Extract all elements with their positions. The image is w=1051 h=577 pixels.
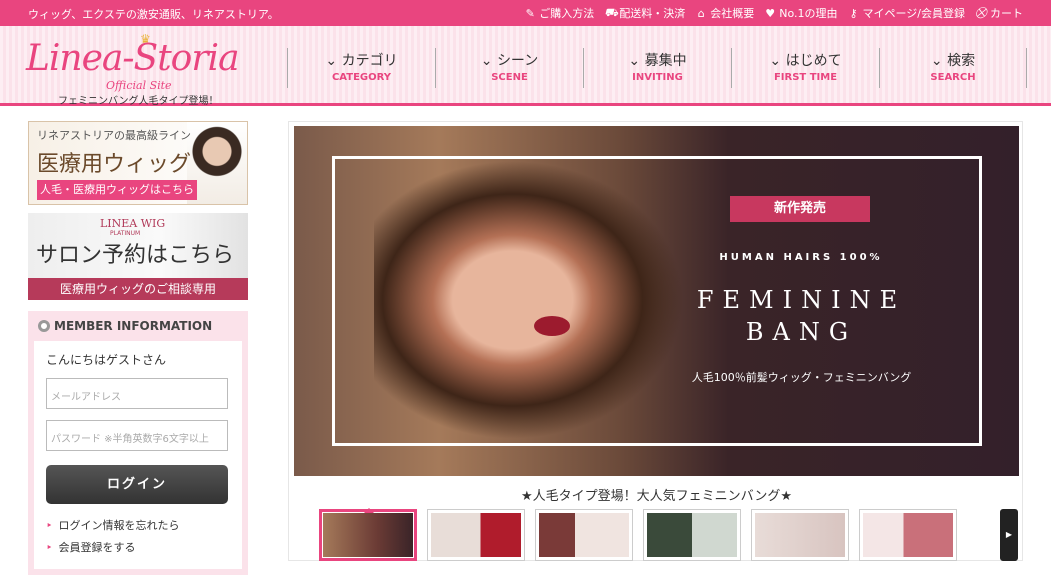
thumbnail[interactable] bbox=[535, 509, 633, 561]
main-nav: ⌄ カテゴリ CATEGORY ⌄ シーン SCENE ⌄ 募集中 INVITING … bbox=[287, 48, 1027, 88]
top-bar: ウィッグ、エクステの激安通販、リネアストリア。 ✎ ご購入方法 ⛟ 配送料・決済 ⌂… bbox=[0, 0, 1051, 26]
logo-subtext: Official Site bbox=[106, 79, 172, 92]
nav-scene[interactable]: ⌄ シーン SCENE bbox=[435, 48, 583, 88]
logo-text: Linea-Storia bbox=[26, 38, 240, 79]
hero-subtitle: 人毛100％前髪ウィッグ・フェミニンバング bbox=[691, 371, 912, 384]
chevron-down-icon: ⌄ bbox=[480, 53, 497, 69]
circle-icon bbox=[38, 320, 50, 332]
thumbnail-strip bbox=[319, 508, 957, 561]
home-icon: ⌂ bbox=[697, 6, 705, 20]
chevron-down-icon: ⌄ bbox=[628, 53, 645, 69]
nav-search[interactable]: ⌄ 検索 SEARCH bbox=[879, 48, 1027, 88]
nav-first-time[interactable]: ⌄ はじめて FIRST TIME bbox=[731, 48, 879, 88]
chevron-down-icon: ⌄ bbox=[325, 53, 342, 69]
member-information-panel: MEMBER INFORMATION こんにちはゲストさん メールアドレス パス… bbox=[28, 311, 248, 575]
thumbnail[interactable] bbox=[427, 509, 525, 561]
truck-icon: ⛟ bbox=[604, 5, 619, 19]
hero-line1: HUMAN HAIRS 100% bbox=[719, 252, 883, 263]
medical-wig-banner[interactable]: リネアストリアの最高級ライン 医療用ウィッグ 人毛・医療用ウィッグはこちら bbox=[28, 121, 248, 205]
sidebar: リネアストリアの最高級ライン 医療用ウィッグ 人毛・医療用ウィッグはこちら LI… bbox=[28, 121, 248, 575]
new-release-badge: 新作発売 bbox=[716, 196, 884, 224]
nav-category[interactable]: ⌄ カテゴリ CATEGORY bbox=[287, 48, 435, 88]
hero-title2: BANG bbox=[745, 318, 858, 346]
top-link-no1[interactable]: ♥ No.1の理由 bbox=[764, 5, 837, 21]
pencil-icon: ✎ bbox=[525, 6, 535, 20]
member-heading: MEMBER INFORMATION bbox=[38, 319, 212, 333]
email-field[interactable]: メールアドレス bbox=[46, 378, 228, 409]
register-link[interactable]: 会員登録をする bbox=[46, 539, 136, 555]
thumbnail[interactable] bbox=[643, 509, 741, 561]
cart-icon: ⛒ bbox=[975, 6, 987, 19]
top-link-company[interactable]: ⌂ 会社概要 bbox=[695, 5, 755, 21]
thumbnail[interactable] bbox=[859, 509, 957, 561]
top-link-mypage[interactable]: ⚷ マイページ/会員登録 bbox=[848, 5, 965, 21]
chevron-down-icon: ⌄ bbox=[769, 53, 786, 69]
logo-tagline: フェミニンバング人毛タイプ登場！ bbox=[58, 96, 219, 107]
login-button[interactable]: ログイン bbox=[46, 465, 228, 504]
thumbnail[interactable] bbox=[319, 508, 417, 561]
site-tagline: ウィッグ、エクステの激安通販、リネアストリア。 bbox=[28, 8, 279, 21]
top-links: ✎ ご購入方法 ⛟ 配送料・決済 ⌂ 会社概要 ♥ No.1の理由 ⚷ マイページ/会員登… bbox=[524, 5, 1023, 21]
heart-icon: ♥ bbox=[765, 6, 776, 20]
salon-reservation-banner[interactable]: LINEA WIG PLATINUM サロン予約はこちら 医療用ウィッグのご相談… bbox=[28, 213, 248, 300]
password-field[interactable]: パスワード ※半角英数字6文字以上 bbox=[46, 420, 228, 451]
hero-banner[interactable]: 新作発売 HUMAN HAIRS 100% FEMININE BANG 人毛10… bbox=[294, 126, 1019, 476]
top-link-purchase[interactable]: ✎ ご購入方法 bbox=[524, 5, 595, 21]
top-link-cart[interactable]: ⛒ カート bbox=[975, 5, 1023, 21]
main-slider: 新作発売 HUMAN HAIRS 100% FEMININE BANG 人毛10… bbox=[288, 121, 1023, 561]
site-logo[interactable]: ♛ Linea-Storia Official Site フェミニンバング人毛タ… bbox=[26, 32, 251, 107]
header: ♛ Linea-Storia Official Site フェミニンバング人毛タ… bbox=[0, 26, 1051, 107]
slide-caption: ★人毛タイプ登場！大人気フェミニンバング★ bbox=[521, 489, 792, 504]
login-box: こんにちはゲストさん メールアドレス パスワード ※半角英数字6文字以上 ログイ… bbox=[34, 341, 242, 569]
next-arrow-icon[interactable]: ▶ bbox=[1000, 509, 1018, 561]
hero-title1: FEMININE bbox=[696, 286, 907, 314]
forgot-login-link[interactable]: ログイン情報を忘れたら bbox=[46, 517, 180, 533]
nav-inviting[interactable]: ⌄ 募集中 INVITING bbox=[583, 48, 731, 88]
chevron-down-icon: ⌄ bbox=[930, 53, 948, 69]
key-icon: ⚷ bbox=[849, 6, 858, 20]
greeting: こんにちはゲストさん bbox=[46, 353, 167, 367]
thumbnail[interactable] bbox=[751, 509, 849, 561]
top-link-shipping[interactable]: ⛟ 配送料・決済 bbox=[604, 5, 685, 21]
